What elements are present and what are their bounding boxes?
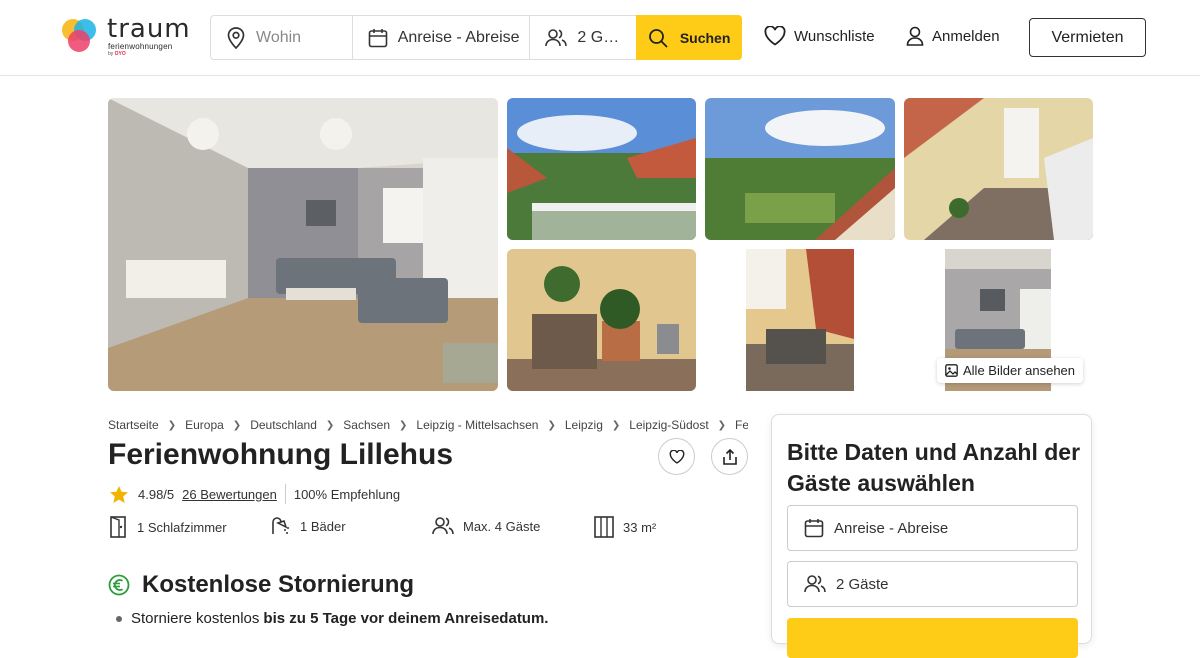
gallery-photo-balcony-view[interactable]	[507, 98, 696, 240]
chevron-right-icon: ❯	[399, 419, 408, 431]
gallery-photo-balcony-chairs[interactable]	[746, 249, 854, 391]
photo-gallery: Alle Bilder ansehen	[108, 98, 1093, 391]
search-bar: Wohin Anreise - Abreise 2 Gäste Suchen	[210, 15, 742, 60]
chevron-right-icon: ❯	[611, 419, 621, 431]
breadcrumb-item[interactable]: Sachsen	[343, 418, 390, 432]
booking-guests-label: 2 Gäste	[836, 575, 889, 593]
heart-icon	[764, 26, 786, 46]
booking-card-title: Bitte Daten und Anzahl der Gäste auswähl…	[787, 439, 1081, 496]
heart-icon	[669, 449, 684, 464]
gallery-main-photo[interactable]	[108, 98, 498, 391]
cancellation-text: Storniere kostenlos	[131, 610, 260, 627]
feature-bathrooms: 1 Bäder	[271, 516, 346, 536]
garden-photo	[705, 98, 895, 240]
feature-bedrooms: 1 Schlafzimmer	[108, 516, 227, 538]
share-button[interactable]	[711, 438, 748, 475]
wishlist-label: Wunschliste	[794, 27, 875, 45]
users-icon	[804, 575, 826, 593]
view-all-images-label: Alle Bilder ansehen	[963, 363, 1076, 378]
plants-photo	[507, 249, 696, 391]
add-to-wishlist-button[interactable]	[658, 438, 695, 475]
traum-logo[interactable]: traum ferienwohnungen by OYO	[60, 16, 190, 60]
calendar-icon	[804, 519, 824, 538]
terrace-photo	[904, 98, 1093, 240]
breadcrumb-item[interactable]: Europa	[185, 418, 224, 432]
chevron-right-icon: ❯	[167, 419, 177, 431]
cancellation-policy-line: Storniere kostenlos bis zu 5 Tage vor de…	[116, 610, 548, 627]
logo-mark-icon	[62, 19, 96, 52]
rating-divider	[284, 484, 286, 504]
wishlist-link[interactable]: Wunschliste	[764, 26, 875, 46]
image-gallery-icon	[945, 364, 958, 377]
logo-subline: ferienwohnungen	[108, 42, 173, 51]
living-room-photo	[108, 98, 498, 391]
balcony-view-photo	[507, 98, 696, 240]
guests-capacity-label: Max. 4 Gäste	[463, 518, 541, 534]
feature-size: 33 m²	[594, 516, 656, 538]
calendar-icon	[368, 28, 388, 47]
login-label: Anmelden	[932, 27, 1000, 45]
booking-dates-field[interactable]: Anreise - Abreise	[787, 505, 1078, 551]
rating-summary: 4.98/5 26 Bewertungen 100% Empfehlung	[109, 484, 400, 504]
bullet	[116, 615, 122, 622]
breadcrumb: Startseite ❯ Europa ❯ Deutschland ❯ Sachsen ❯ Le…	[108, 417, 748, 433]
where-placeholder: Wohin	[256, 28, 302, 46]
gallery-photo-garden[interactable]	[705, 98, 895, 240]
site-header: traum ferienwohnungen by OYO Wohin Anrei…	[0, 0, 1200, 76]
free-cancellation-title: Kostenlose Stornierung	[142, 571, 415, 598]
search-button-label: Suchen	[679, 29, 731, 46]
booking-card: Bitte Daten und Anzahl der Gäste auswähl…	[771, 414, 1092, 658]
chevron-right-icon: ❯	[325, 419, 335, 431]
gallery-photo-plants[interactable]	[507, 249, 696, 391]
euro-circle-icon	[108, 574, 130, 596]
share-icon	[722, 448, 737, 465]
search-button[interactable]: Suchen	[636, 15, 742, 60]
door-icon	[110, 516, 126, 538]
listing-title: Ferienwohnung Lillehus	[108, 438, 453, 471]
recommendation-rate: 100% Empfehlung	[293, 486, 401, 502]
view-all-images-button[interactable]: Alle Bilder ansehen	[937, 358, 1084, 383]
size-label: 33 m²	[623, 519, 657, 535]
shower-icon	[272, 517, 289, 534]
dates-field[interactable]: Anreise - Abreise	[353, 16, 531, 59]
booking-submit-button[interactable]	[787, 618, 1078, 658]
star-icon	[110, 485, 128, 503]
bathrooms-label: 1 Bäder	[300, 518, 346, 534]
breadcrumb-item[interactable]: Leipzig - Mittelsachsen	[416, 418, 538, 432]
users-icon	[545, 28, 568, 46]
booking-dates-label: Anreise - Abreise	[834, 519, 949, 537]
free-cancellation-heading: Kostenlose Stornierung	[108, 571, 414, 599]
logo-by-line: by OYO	[108, 51, 126, 57]
bedrooms-label: 1 Schlafzimmer	[137, 519, 227, 535]
user-icon	[906, 26, 924, 46]
booking-guests-field[interactable]: 2 Gäste	[787, 561, 1078, 607]
cancellation-deadline: bis zu 5 Tage vor deinem Anreisedatum.	[263, 610, 549, 627]
breadcrumb-item[interactable]: Leipzig-Südost	[629, 418, 708, 432]
breadcrumb-item[interactable]: Startseite	[108, 418, 159, 432]
users-icon	[432, 517, 454, 535]
chevron-right-icon: ❯	[232, 419, 242, 431]
dates-label: Anreise - Abreise	[397, 28, 520, 46]
feature-guests: Max. 4 Gäste	[432, 516, 540, 536]
where-field[interactable]: Wohin	[211, 16, 353, 59]
reviews-link[interactable]: 26 Bewertungen	[182, 487, 277, 502]
breadcrumb-item[interactable]: Ferien	[735, 418, 748, 432]
chevron-right-icon: ❯	[547, 419, 556, 431]
map-pin-icon	[227, 26, 245, 49]
breadcrumb-item[interactable]: Leipzig	[565, 418, 603, 432]
rating-score: 4.98/5	[138, 486, 175, 502]
guests-label: 2 Gäste	[577, 28, 621, 46]
logo-wordmark: traum	[107, 14, 191, 44]
search-icon	[648, 28, 668, 48]
balcony-chairs-photo	[746, 249, 854, 391]
breadcrumb-item[interactable]: Deutschland	[250, 418, 317, 432]
guests-field[interactable]: 2 Gäste	[530, 16, 636, 59]
login-link[interactable]: Anmelden	[906, 26, 1000, 46]
gallery-photo-terrace[interactable]	[904, 98, 1093, 240]
floor-area-icon	[594, 516, 614, 538]
chevron-right-icon: ❯	[717, 419, 727, 431]
rent-out-button[interactable]: Vermieten	[1029, 18, 1146, 57]
listing-features: 1 Schlafzimmer 1 Bäder Max. 4 Gäste 33 m…	[108, 516, 748, 540]
